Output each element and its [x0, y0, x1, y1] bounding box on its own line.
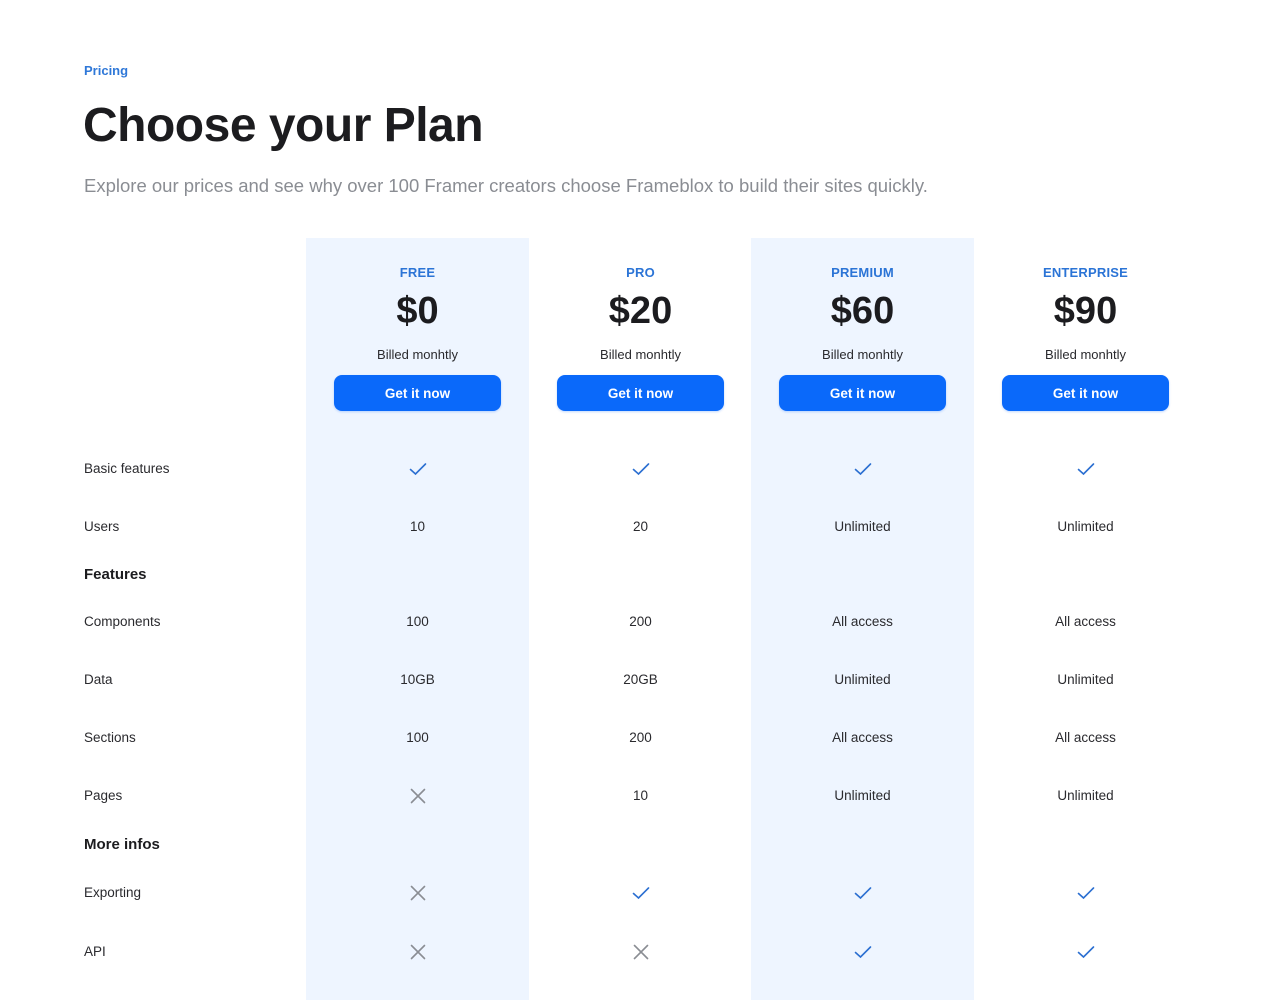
feature-value-free: 10: [409, 519, 426, 534]
feature-label: Data: [84, 672, 113, 687]
feature-row: Exporting: [0, 883, 1280, 903]
feature-value-enterprise: All access: [1055, 614, 1116, 629]
feature-value-free: 100: [406, 730, 429, 745]
page-title: Choose your Plan: [83, 99, 484, 152]
plan-price: $0: [396, 290, 439, 332]
check-icon: [1077, 946, 1094, 959]
feature-value-enterprise: All access: [1055, 730, 1116, 745]
feature-label: Sections: [84, 730, 136, 745]
feature-value-free: [306, 883, 529, 903]
cross-icon: [633, 945, 648, 960]
section-heading: More infos: [84, 836, 160, 853]
page-subtitle: Explore our prices and see why over 100 …: [84, 175, 928, 196]
feature-value-premium: Unlimited: [834, 788, 891, 803]
feature-row: Data 10GB 20GB Unlimited Unlimited: [0, 670, 1280, 690]
feature-label: Users: [84, 519, 120, 534]
feature-value-free: [306, 786, 529, 806]
feature-value-premium: All access: [832, 614, 893, 629]
feature-value-pro: [529, 459, 752, 479]
pricing-eyebrow: Pricing: [84, 63, 129, 78]
plan-name: ENTERPRISE: [1042, 265, 1129, 280]
section-heading: Features: [84, 566, 147, 583]
cross-icon: [410, 945, 425, 960]
check-icon: [632, 887, 649, 900]
feature-value-premium: [751, 942, 974, 962]
check-icon: [1077, 887, 1094, 900]
plan-name: PREMIUM: [831, 265, 894, 280]
cross-icon: [410, 886, 425, 901]
feature-row: Basic features: [0, 459, 1280, 479]
plan-price: $60: [830, 290, 895, 332]
feature-value-pro: 20: [632, 519, 649, 534]
check-icon: [854, 887, 871, 900]
feature-value-free: 10GB: [400, 672, 435, 687]
plan-billing-period: Billed monhtly: [822, 347, 903, 362]
get-it-now-button[interactable]: Get it now: [779, 375, 946, 411]
check-icon: [409, 463, 426, 476]
plan-name: PRO: [626, 265, 655, 280]
feature-row: Sections 100 200 All access All access: [0, 728, 1280, 748]
feature-row: Components 100 200 All access All access: [0, 612, 1280, 632]
feature-label: Basic features: [84, 461, 170, 476]
cross-icon: [410, 789, 425, 804]
feature-value-free: [306, 459, 529, 479]
plan-billing-period: Billed monhtly: [1045, 347, 1126, 362]
plan-name: FREE: [399, 265, 436, 280]
plan-billing-period: Billed monhtly: [600, 347, 681, 362]
feature-value-premium: Unlimited: [834, 672, 891, 687]
feature-label: API: [84, 944, 106, 959]
check-icon: [1077, 463, 1094, 476]
feature-value-premium: Unlimited: [834, 519, 891, 534]
check-icon: [632, 463, 649, 476]
feature-value-enterprise: Unlimited: [1057, 672, 1114, 687]
get-it-now-button[interactable]: Get it now: [1002, 375, 1169, 411]
feature-value-enterprise: [974, 459, 1197, 479]
feature-value-pro: [529, 942, 752, 962]
feature-value-enterprise: [974, 883, 1197, 903]
feature-value-premium: All access: [832, 730, 893, 745]
section-heading-row: More infos: [0, 835, 1280, 855]
feature-label: Components: [84, 614, 161, 629]
check-icon: [854, 463, 871, 476]
plan-billing-period: Billed monhtly: [377, 347, 458, 362]
feature-value-pro: [529, 883, 752, 903]
feature-value-pro: 200: [629, 730, 652, 745]
feature-value-pro: 10: [632, 788, 649, 803]
feature-value-pro: 20GB: [623, 672, 658, 687]
plan-price: $90: [1053, 290, 1118, 332]
feature-value-free: [306, 942, 529, 962]
feature-row: Pages 10 Unlimited Unlimited: [0, 786, 1280, 806]
check-icon: [854, 946, 871, 959]
feature-value-enterprise: [974, 942, 1197, 962]
feature-value-free: 100: [406, 614, 429, 629]
section-heading-row: Features: [0, 565, 1280, 585]
feature-value-enterprise: Unlimited: [1057, 519, 1114, 534]
feature-value-premium: [751, 883, 974, 903]
feature-row: Users 10 20 Unlimited Unlimited: [0, 517, 1280, 537]
get-it-now-button[interactable]: Get it now: [557, 375, 724, 411]
feature-value-pro: 200: [629, 614, 652, 629]
feature-label: Exporting: [84, 885, 142, 900]
feature-label: Pages: [84, 788, 123, 803]
feature-row: API: [0, 942, 1280, 962]
plan-price: $20: [608, 290, 673, 332]
feature-value-premium: [751, 459, 974, 479]
get-it-now-button[interactable]: Get it now: [334, 375, 501, 411]
feature-value-enterprise: Unlimited: [1057, 788, 1114, 803]
